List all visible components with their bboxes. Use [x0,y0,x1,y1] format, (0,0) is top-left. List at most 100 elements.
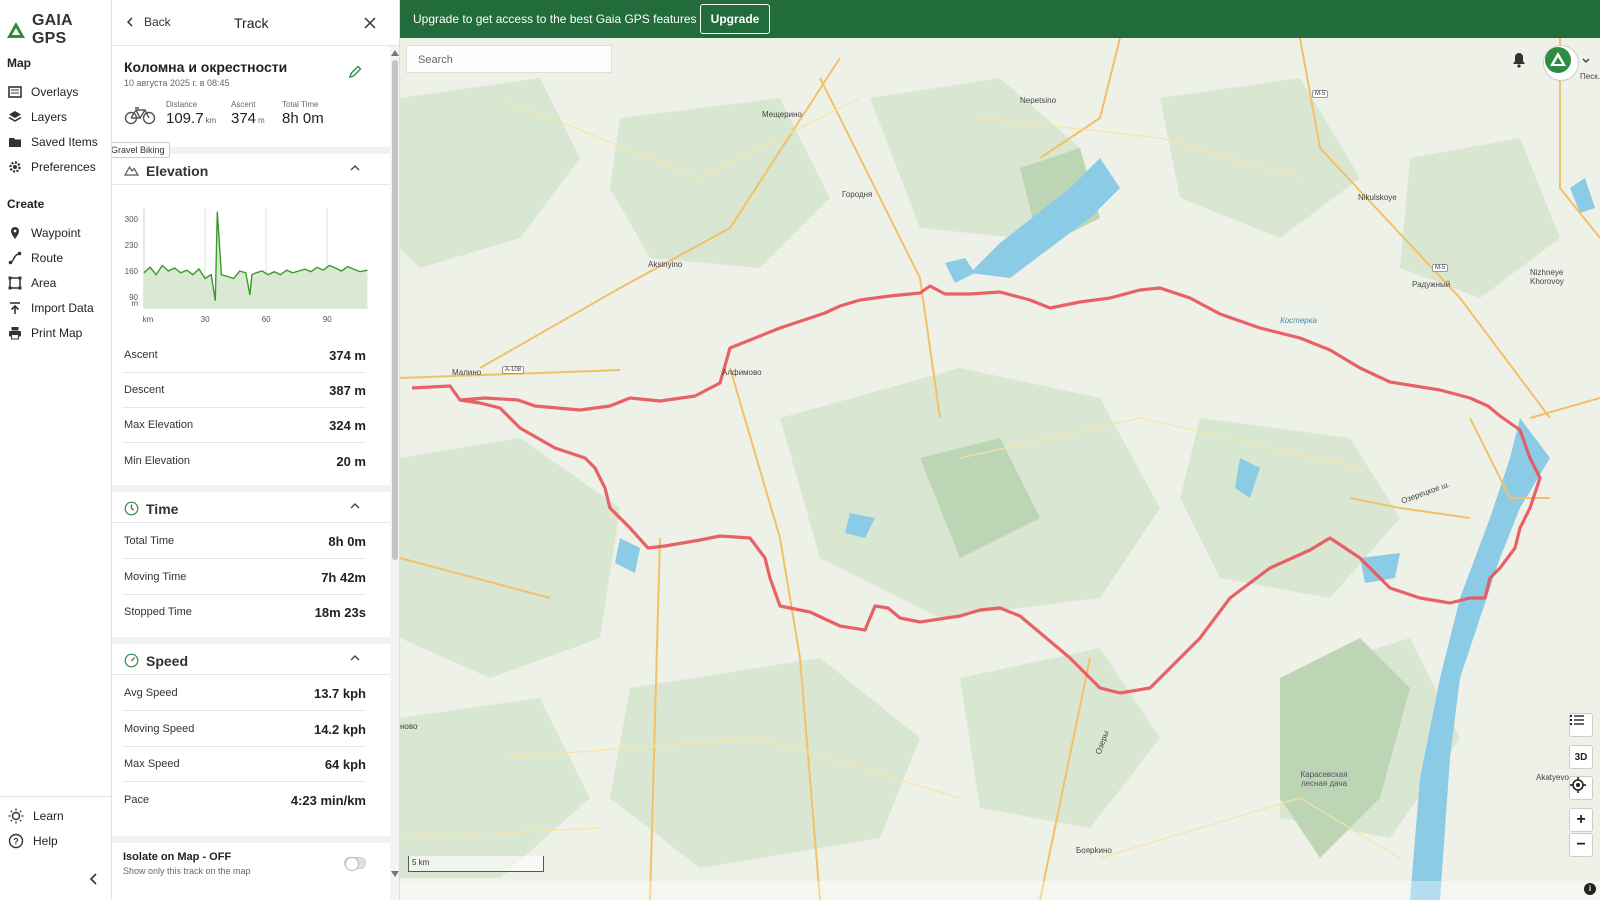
nav-item-preferences[interactable]: Preferences [8,158,96,176]
close-button[interactable] [364,16,376,34]
nav-section-map: Map [7,56,31,70]
chart-y-tick-label: 230 [125,241,139,250]
folder-icon [9,138,21,147]
banner-text: Upgrade to get access to the best Gaia G… [413,12,697,26]
isolate-toggle[interactable] [344,857,366,871]
nav-item-import-data[interactable]: Import Data [8,299,94,317]
clock-icon [124,501,139,516]
brand-logo[interactable]: GAIA GPS [6,12,111,48]
collapse-nav-button[interactable] [88,872,100,891]
avatar[interactable] [1543,45,1579,81]
nav-item-print-map[interactable]: Print Map [8,324,82,342]
nav-item-overlays[interactable]: Overlays [8,83,78,101]
bike-icon[interactable] [124,105,156,130]
elevation-chart[interactable]: 30023016090mkm 30 60 90 [112,196,390,332]
scroll-thumb[interactable] [392,60,398,560]
place-label: Aksinyino [648,260,683,269]
overlays-icon [8,86,22,98]
3d-toggle-button[interactable]: 3D [1569,745,1593,769]
chevron-up-icon [350,655,360,661]
section-title: Time [146,501,179,517]
row-key: Max Speed [124,758,180,770]
zoom-in-button[interactable]: + [1569,808,1593,832]
scale-bar: 5 km [408,856,544,872]
stat-ascent: Ascent 374 m [231,100,265,127]
panel-title: Track [234,15,269,31]
nav-item-label: Help [33,834,58,848]
chevron-left-icon [89,873,97,885]
stat-total-time: Total Time 8h 0m [282,100,324,127]
stat-value: 8h 0m [282,110,324,127]
place-label: Малино [452,368,482,377]
back-button[interactable]: Back [126,15,171,29]
panel-scrollbar[interactable] [390,46,399,900]
nav-item-saved-items[interactable]: Saved Items [8,133,98,151]
chevron-left-icon [126,17,133,27]
chart-y-tick-label: 160 [125,267,139,276]
locate-button[interactable] [1569,776,1593,800]
speed-row-avg: Avg Speed 13.7 kph [122,676,366,711]
section-time-header[interactable]: Time [112,485,390,523]
place-label: Мещерино [762,110,802,119]
chevron-up-icon [350,503,360,509]
track-line[interactable] [400,38,1600,900]
list-button[interactable] [1569,713,1593,737]
nav-item-label: Print Map [31,326,83,340]
zoom-out-button[interactable]: − [1569,833,1593,857]
nav-item-label: Preferences [31,160,96,174]
track-path [411,284,1542,695]
search-input[interactable]: Search [406,45,612,73]
edit-track-button[interactable] [348,65,362,84]
nav-item-learn[interactable]: Learn [8,807,64,825]
nav-section-create: Create [7,197,45,211]
list-icon [1570,715,1584,725]
nav-item-label: Route [31,251,64,265]
nav-item-route[interactable]: Route [8,249,63,267]
map-canvas[interactable]: Мещерино Nepetsino Городня Aksinyino Мал… [400,38,1600,900]
nav-item-label: Area [31,276,57,290]
row-key: Descent [124,384,165,396]
printer-icon [9,327,21,340]
nav-item-waypoint[interactable]: Waypoint [8,224,81,242]
nav-item-area[interactable]: Area [8,274,56,292]
row-value: 18m 23s [314,605,366,620]
row-value: 20 m [336,454,366,469]
pin-icon [11,227,19,239]
nav-item-help[interactable]: ? Help [8,832,58,850]
elevation-row-descent: Descent 387 m [122,373,366,408]
row-key: Ascent [124,349,158,361]
section-speed-header[interactable]: Speed [112,637,390,675]
place-label: Песк... [1580,72,1600,81]
nav-item-label: Layers [31,110,68,124]
stat-value: 109.7 [166,110,204,127]
track-panel: Back Track Коломна и окрестности 10 авгу… [112,0,400,900]
help-icon: ? [8,833,24,849]
scroll-up-icon [391,50,399,56]
area-icon [8,276,22,290]
back-label: Back [144,15,171,29]
nav-item-label: Waypoint [31,226,81,240]
road-shield: M-5 [1432,264,1449,272]
upload-icon [10,302,20,314]
speedometer-icon [124,653,139,668]
info-button[interactable]: i [1584,883,1596,895]
isolate-title: Isolate on Map - OFF [123,851,232,863]
mountain-icon [124,165,139,176]
chart-x-tick-label: 90 [323,315,332,324]
nav-item-layers[interactable]: Layers [8,108,67,126]
speed-row-pace: Pace 4:23 min/km [122,783,366,818]
chart-y-tick-label: 300 [125,215,139,224]
row-value: 13.7 kph [313,686,366,701]
chart-y-unit-label: m [131,299,138,308]
row-value: 374 m [329,348,366,363]
elevation-row-min: Min Elevation 20 m [122,444,366,479]
row-key: Stopped Time [124,606,192,618]
upgrade-button[interactable]: Upgrade [700,4,770,34]
row-key: Max Elevation [124,419,194,431]
chart-x-unit-label: km [143,315,154,324]
row-value: 7h 42m [321,570,366,585]
row-key: Pace [124,794,150,806]
place-label: Карасевская лесная дача [1300,770,1348,788]
svg-text:?: ? [13,837,19,847]
row-key: Moving Time [124,571,187,583]
